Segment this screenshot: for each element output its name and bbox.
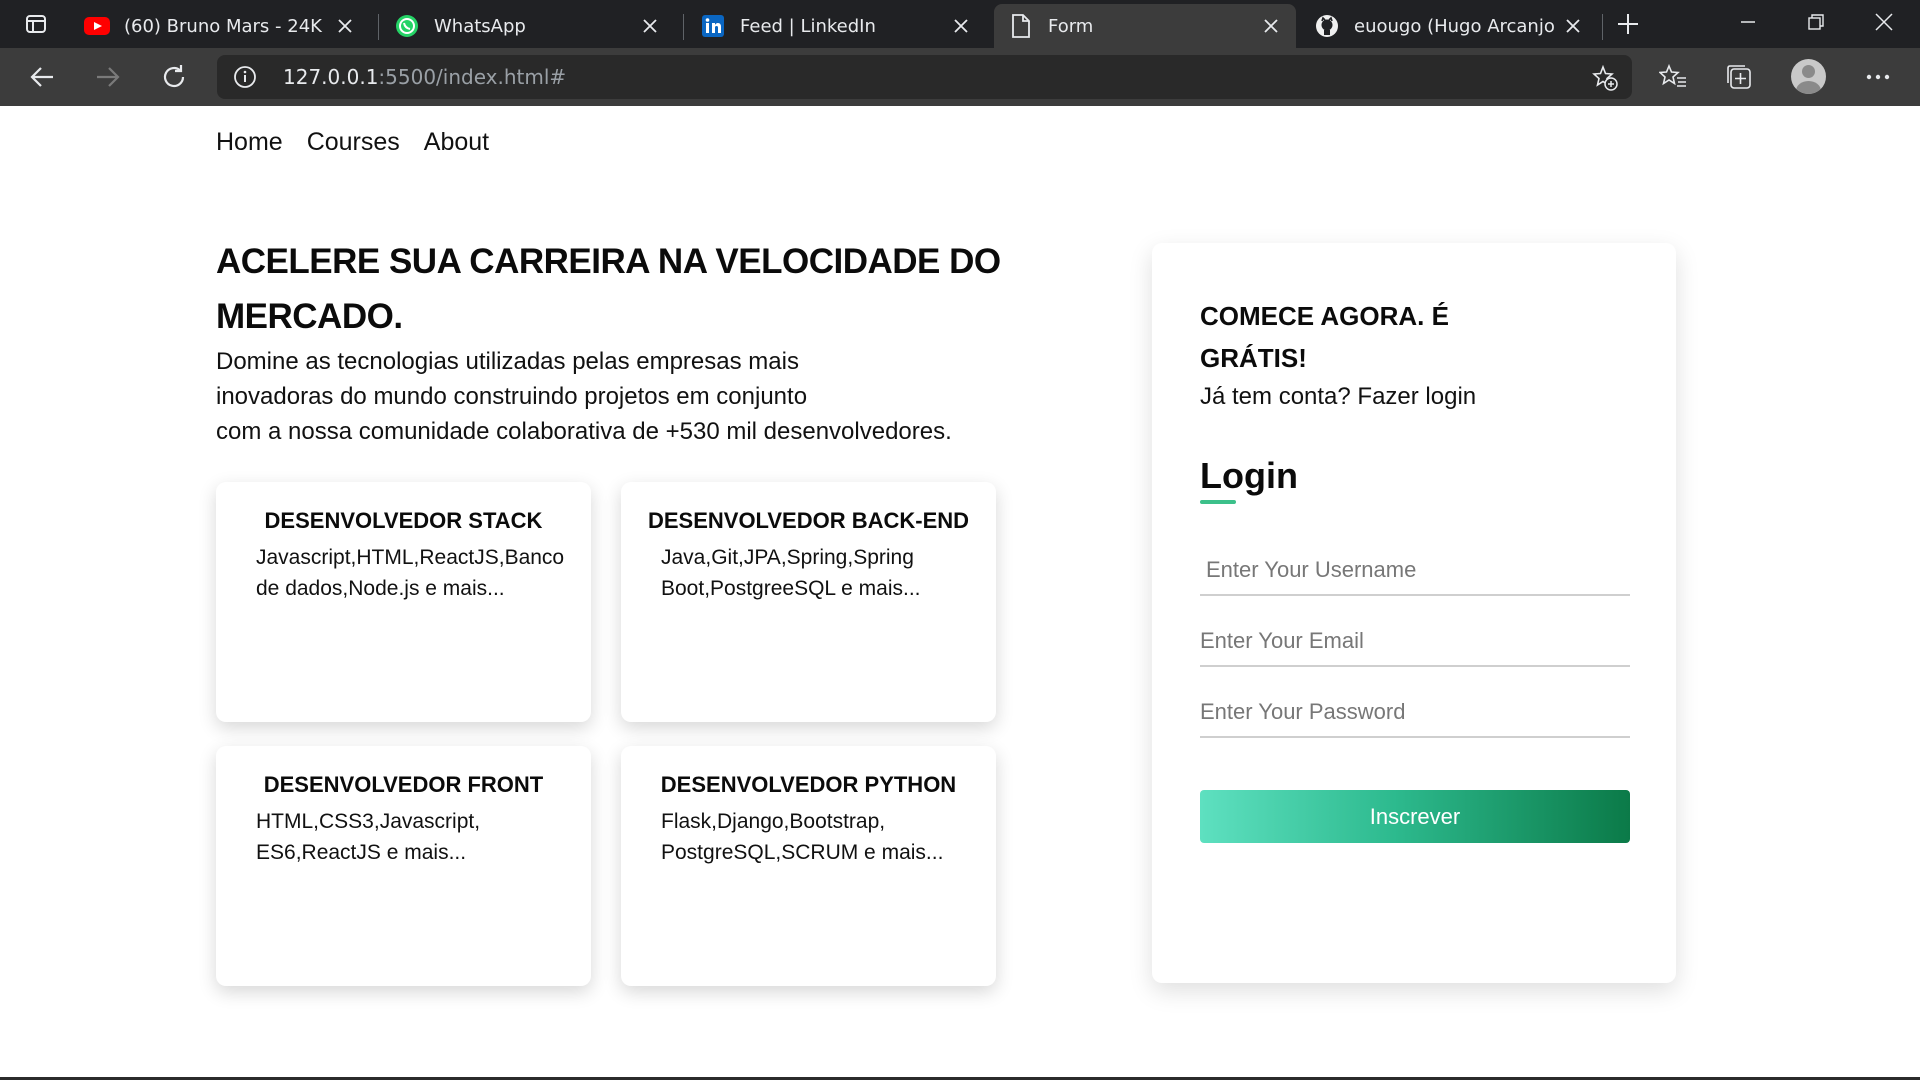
close-tab-icon[interactable]: [1260, 15, 1282, 37]
hero-text-line: inovadoras do mundo construindo projetos…: [216, 383, 808, 410]
forward-button[interactable]: [88, 57, 128, 97]
avatar-head-shape: [1802, 65, 1815, 78]
close-tab-icon[interactable]: [639, 15, 661, 37]
whatsapp-icon: [394, 13, 420, 39]
close-tab-icon[interactable]: [1562, 15, 1584, 37]
linkedin-icon: [700, 13, 726, 39]
top-nav: Home Courses About: [216, 128, 489, 157]
url-text[interactable]: 127.0.0.1:5500/index.html#: [283, 65, 566, 89]
login-heading-underline: [1200, 500, 1236, 504]
close-icon: [1875, 13, 1893, 31]
page-icon: [1008, 13, 1034, 39]
form-title: COMECE AGORA. É GRÁTIS!: [1200, 301, 1449, 373]
nav-about-link[interactable]: About: [424, 128, 489, 157]
tab-github[interactable]: euougo (Hugo Arcanjo): [1300, 4, 1598, 48]
url-host: 127.0.0.1: [283, 65, 379, 89]
nav-home-link[interactable]: Home: [216, 128, 283, 157]
favorites-icon: [1659, 64, 1686, 87]
restore-icon: [1808, 14, 1824, 30]
course-card-title: DESENVOLVEDOR PYTHON: [660, 772, 957, 797]
profile-avatar[interactable]: [1791, 59, 1826, 94]
back-arrow-icon: [30, 67, 53, 87]
username-field[interactable]: [1200, 546, 1630, 596]
tab-title: WhatsApp: [434, 15, 526, 37]
course-card-text: Flask,Django,Bootstrap, PostgreSQL,SCRUM…: [661, 810, 944, 864]
site-info-icon[interactable]: [233, 65, 257, 89]
password-field[interactable]: [1200, 688, 1630, 738]
subscribe-button[interactable]: Inscrever: [1200, 790, 1630, 843]
plus-icon: [1618, 14, 1638, 34]
collections-icon: [1727, 65, 1751, 89]
login-heading: Login: [1200, 455, 1298, 496]
browser-tab-bar: (60) Bruno Mars - 24K Magic WhatsApp Fee…: [0, 0, 1920, 48]
tab-title: Feed | LinkedIn: [740, 15, 876, 37]
close-tab-icon[interactable]: [334, 15, 356, 37]
hero-description: Domine as tecnologias utilizadas pelas e…: [216, 344, 1076, 449]
close-window-button[interactable]: [1850, 0, 1918, 44]
tab-separator: [683, 14, 684, 40]
course-card-text: Javascript,HTML,ReactJS,Banco de dados,N…: [256, 546, 565, 600]
course-card-stack[interactable]: DESENVOLVEDOR STACK Javascript,HTML,Reac…: [216, 482, 591, 722]
hero-text-line: Domine as tecnologias utilizadas pelas e…: [216, 348, 799, 375]
favorites-button[interactable]: [1657, 61, 1689, 93]
signup-form-card: COMECE AGORA. É GRÁTIS! Já tem conta? Fa…: [1152, 243, 1676, 983]
course-card-backend[interactable]: DESENVOLVEDOR BACK-END Java,Git,JPA,Spri…: [621, 482, 996, 722]
back-button[interactable]: [22, 57, 62, 97]
tab-separator: [378, 14, 379, 40]
new-tab-button[interactable]: [1612, 10, 1644, 38]
tab-linkedin[interactable]: Feed | LinkedIn: [686, 4, 986, 48]
course-card-python[interactable]: DESENVOLVEDOR PYTHON Flask,Django,Bootst…: [621, 746, 996, 986]
course-card-title: DESENVOLVEDOR STACK: [264, 508, 543, 533]
nav-courses-link[interactable]: Courses: [307, 128, 400, 157]
minimize-icon: [1741, 21, 1755, 23]
course-card-title: DESENVOLVEDOR BACK-END: [647, 508, 970, 533]
restore-button[interactable]: [1782, 0, 1850, 44]
settings-menu-button[interactable]: [1862, 61, 1894, 93]
avatar-body-shape: [1796, 81, 1821, 94]
reload-icon: [163, 65, 185, 88]
course-card-text: Java,Git,JPA,Spring,Spring Boot,Postgree…: [661, 546, 921, 600]
minimize-button[interactable]: [1714, 0, 1782, 44]
close-tab-icon[interactable]: [950, 15, 972, 37]
course-card-title: DESENVOLVEDOR FRONT: [263, 772, 544, 797]
tab-whatsapp[interactable]: WhatsApp: [380, 4, 675, 48]
tab-youtube[interactable]: (60) Bruno Mars - 24K Magic: [70, 4, 370, 48]
browser-toolbar: 127.0.0.1:5500/index.html#: [0, 48, 1920, 106]
tab-actions-button[interactable]: [16, 8, 56, 40]
tab-title: euougo (Hugo Arcanjo): [1354, 15, 1554, 37]
add-favorite-icon[interactable]: [1592, 65, 1618, 91]
course-card-front[interactable]: DESENVOLVEDOR FRONT HTML,CSS3,Javascript…: [216, 746, 591, 986]
tab-title: (60) Bruno Mars - 24K Magic: [124, 15, 326, 37]
login-prompt-link[interactable]: Já tem conta? Fazer login: [1200, 383, 1476, 411]
tab-title: Form: [1048, 15, 1094, 37]
forward-arrow-icon: [97, 67, 120, 87]
email-field[interactable]: [1200, 617, 1630, 667]
github-icon: [1314, 13, 1340, 39]
youtube-icon: [84, 13, 110, 39]
url-path: :5500/index.html#: [378, 65, 567, 89]
address-bar[interactable]: 127.0.0.1:5500/index.html#: [217, 55, 1632, 99]
reload-button[interactable]: [154, 57, 194, 97]
more-options-icon: [1866, 74, 1890, 80]
course-card-text: HTML,CSS3,Javascript, ES6,ReactJS e mais…: [256, 810, 481, 864]
tab-form[interactable]: Form: [994, 4, 1296, 48]
tab-actions-icon: [26, 15, 46, 33]
hero-title: ACELERE SUA CARREIRA NA VELOCIDADE DO ME…: [216, 242, 1001, 336]
hero-text-line: com a nossa comunidade colaborativa de +…: [216, 418, 952, 445]
collections-button[interactable]: [1723, 61, 1755, 93]
tab-separator: [1602, 14, 1603, 40]
web-page: Home Courses About ACELERE SUA CARREIRA …: [0, 106, 1920, 1080]
